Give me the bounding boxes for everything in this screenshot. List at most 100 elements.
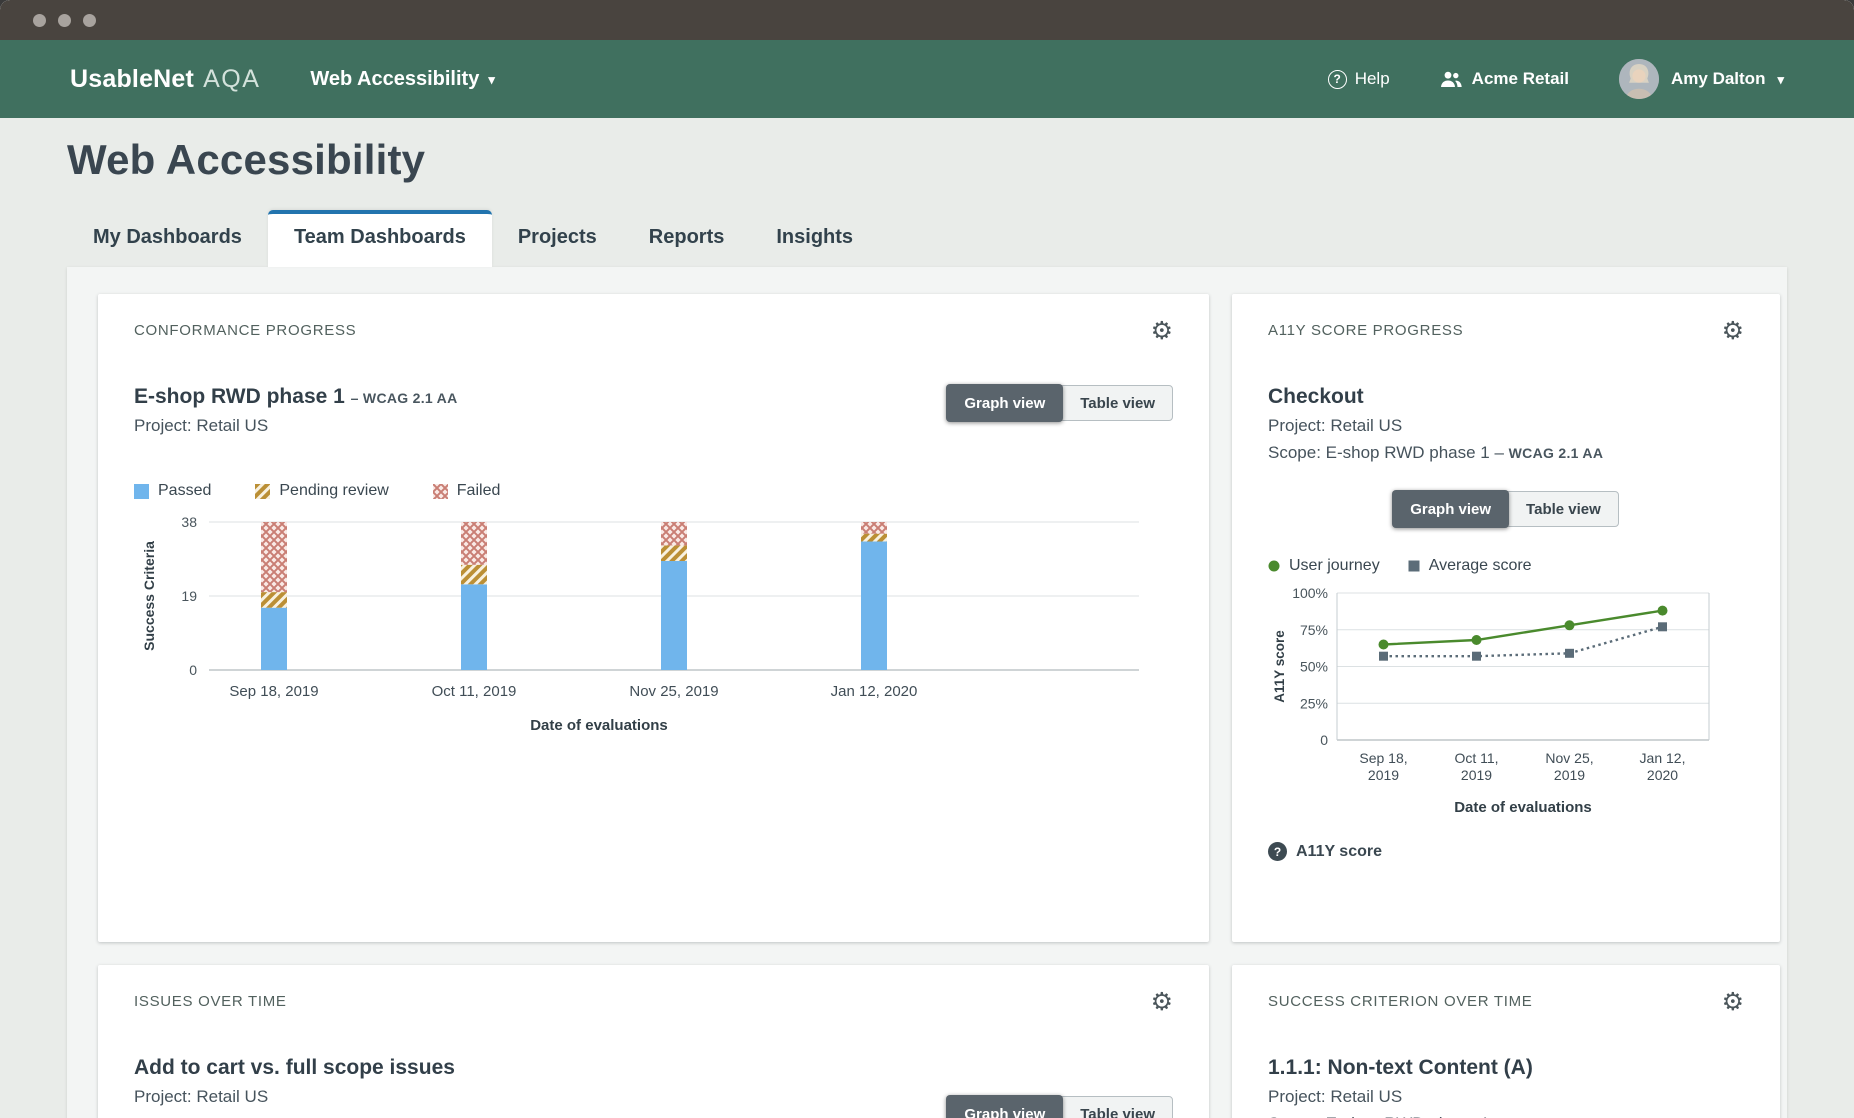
svg-text:Sep 18,2019: Sep 18, 2019 bbox=[1359, 750, 1407, 783]
svg-text:0: 0 bbox=[1320, 732, 1328, 748]
legend-swatch-square bbox=[1408, 560, 1420, 572]
users-icon bbox=[1440, 71, 1462, 87]
conformance-chart: Success Criteria 0 19 38 Sep 18, 2019 Oct 11,… bbox=[134, 512, 1173, 743]
svg-text:Oct 11,2019: Oct 11, 2019 bbox=[1454, 750, 1498, 783]
window-control-minimize[interactable] bbox=[58, 13, 71, 27]
window-control-close[interactable] bbox=[33, 13, 46, 27]
evaluation-title-block: E-shop RWD phase 1 – WCAG 2.1 AA Project… bbox=[134, 385, 458, 436]
legend-item-passed: Passed bbox=[134, 482, 211, 500]
card-heading: SUCCESS CRITERION OVER TIME bbox=[1268, 993, 1533, 1010]
window-control-zoom[interactable] bbox=[83, 13, 96, 27]
avatar-image bbox=[1619, 59, 1659, 99]
scope-label: Scope: E-shop RWD phase 1 – WCAG 2.1 AA bbox=[1268, 443, 1744, 463]
svg-text:50%: 50% bbox=[1300, 659, 1328, 675]
a11y-score-help-label: A11Y score bbox=[1296, 842, 1382, 860]
gear-icon[interactable]: ⚙ bbox=[1722, 989, 1744, 1014]
tab-my-dashboards[interactable]: My Dashboards bbox=[67, 210, 268, 267]
view-toggle: Graph view Table view bbox=[1392, 490, 1619, 528]
card-conformance-progress: CONFORMANCE PROGRESS ⚙ E-shop RWD phase … bbox=[98, 294, 1209, 942]
scope-label: Scope: E-shop RWD phase 1 – WCAG 2.1 AA bbox=[1268, 1114, 1744, 1118]
a11y-score-chart: A11Y score 0 25% 50% 75% 100% Sep 18, 2019 Oct 1… bbox=[1268, 583, 1744, 828]
svg-text:Date of evaluations: Date of evaluations bbox=[530, 717, 668, 734]
dashboard-panel: CONFORMANCE PROGRESS ⚙ E-shop RWD phase … bbox=[67, 267, 1787, 1118]
evaluation-title: E-shop RWD phase 1 – WCAG 2.1 AA bbox=[134, 385, 458, 409]
svg-text:Oct 11, 2019: Oct 11, 2019 bbox=[432, 683, 517, 700]
tab-team-dashboards[interactable]: Team Dashboards bbox=[267, 210, 492, 267]
tab-reports[interactable]: Reports bbox=[623, 210, 751, 267]
legend-label: Average score bbox=[1428, 557, 1532, 574]
help-label: Help bbox=[1354, 69, 1390, 88]
conformance-legend: Passed Pending review Failed bbox=[134, 482, 1173, 500]
legend-item-failed: Failed bbox=[432, 482, 501, 500]
user-menu[interactable]: Amy Dalton ▾ bbox=[1619, 59, 1784, 99]
evaluation-title-text: E-shop RWD phase 1 bbox=[134, 385, 345, 408]
project-label: Project: Retail US bbox=[134, 416, 269, 435]
table-view-button[interactable]: Table view bbox=[1509, 492, 1618, 526]
help-icon: ? bbox=[1327, 69, 1347, 89]
app-header: UsableNet AQA Web Accessibility ▾ ? Help… bbox=[0, 40, 1854, 118]
graph-view-button[interactable]: Graph view bbox=[1392, 490, 1510, 528]
card-a11y-score-progress: A11Y SCORE PROGRESS ⚙ Checkout Project: … bbox=[1232, 294, 1780, 942]
account-menu[interactable]: Acme Retail bbox=[1440, 69, 1569, 89]
legend-swatch-circle bbox=[1268, 560, 1280, 572]
page-title: Web Accessibility bbox=[67, 136, 426, 183]
svg-text:75%: 75% bbox=[1300, 622, 1328, 638]
tab-insights[interactable]: Insights bbox=[750, 210, 879, 267]
card-heading: A11Y SCORE PROGRESS bbox=[1268, 322, 1464, 339]
question-icon: ? bbox=[1268, 842, 1287, 861]
wcag-badge: WCAG 2.1 AA bbox=[1508, 445, 1604, 461]
legend-label: User journey bbox=[1289, 557, 1380, 574]
tab-bar: My Dashboards Team Dashboards Projects Repo… bbox=[67, 210, 1787, 267]
graph-view-button[interactable]: Graph view bbox=[946, 384, 1064, 422]
svg-text:Sep 18, 2019: Sep 18, 2019 bbox=[229, 683, 318, 700]
legend-label: Pending review bbox=[279, 482, 389, 499]
journey-title: Checkout bbox=[1268, 385, 1364, 408]
svg-text:Nov 25, 2019: Nov 25, 2019 bbox=[629, 683, 718, 700]
wcag-badge: – WCAG 2.1 AA bbox=[350, 390, 458, 406]
app-window: UsableNet AQA Web Accessibility ▾ ? Help… bbox=[0, 0, 1854, 1118]
project-label: Project: Retail US bbox=[1268, 416, 1403, 435]
brand-product: AQA bbox=[203, 64, 261, 93]
user-name: Amy Dalton bbox=[1671, 69, 1766, 88]
scope-text: Scope: E-shop RWD phase 1 – bbox=[1268, 443, 1504, 462]
header-actions: ? Help Acme Retail Amy Dalton ▾ bbox=[1327, 59, 1784, 99]
gear-icon[interactable]: ⚙ bbox=[1151, 989, 1173, 1014]
product-switcher[interactable]: Web Accessibility ▾ bbox=[310, 68, 495, 91]
a11y-score-help[interactable]: ? A11Y score bbox=[1268, 842, 1744, 861]
card-issues-over-time: ISSUES OVER TIME ⚙ Add to cart vs. full … bbox=[98, 965, 1209, 1118]
brand-name: UsableNet bbox=[70, 64, 195, 93]
tab-projects[interactable]: Projects bbox=[492, 210, 623, 267]
svg-text:100%: 100% bbox=[1292, 585, 1328, 601]
table-view-button[interactable]: Table view bbox=[1063, 386, 1172, 420]
legend-item-user-journey: User journey bbox=[1268, 557, 1380, 575]
svg-text:38: 38 bbox=[181, 514, 197, 530]
svg-text:Jan 12,2020: Jan 12, 2020 bbox=[1640, 750, 1686, 783]
legend-label: Failed bbox=[456, 482, 501, 499]
gear-icon[interactable]: ⚙ bbox=[1722, 318, 1744, 343]
view-toggle: Graph view Table view bbox=[946, 1095, 1173, 1118]
svg-text:Date of evaluations: Date of evaluations bbox=[1454, 799, 1592, 816]
svg-text:25%: 25% bbox=[1300, 695, 1328, 711]
legend-swatch-patch bbox=[432, 483, 448, 499]
evaluation-title-block: Add to cart vs. full scope issues Projec… bbox=[134, 1056, 455, 1107]
chevron-down-icon: ▾ bbox=[1777, 71, 1784, 87]
chevron-down-icon: ▾ bbox=[488, 71, 495, 87]
legend-swatch-patch bbox=[134, 483, 149, 499]
graph-view-button[interactable]: Graph view bbox=[946, 1095, 1064, 1118]
svg-text:A11Y score: A11Y score bbox=[1272, 630, 1287, 703]
card-heading: ISSUES OVER TIME bbox=[134, 993, 287, 1010]
main-content: Web Accessibility My Dashboards Team Dash… bbox=[0, 136, 1854, 1118]
dashboard-grid: CONFORMANCE PROGRESS ⚙ E-shop RWD phase … bbox=[98, 294, 1780, 1118]
view-toggle: Graph view Table view bbox=[946, 384, 1173, 422]
brand-logo[interactable]: UsableNet AQA bbox=[70, 65, 260, 94]
table-view-button[interactable]: Table view bbox=[1063, 1097, 1172, 1118]
window-titlebar bbox=[0, 0, 1854, 40]
project-label: Project: Retail US bbox=[1268, 1087, 1403, 1106]
legend-item-pending-review: Pending review bbox=[255, 482, 389, 500]
legend-label: Passed bbox=[158, 482, 212, 499]
criterion-title: 1.1.1: Non-text Content (A) bbox=[1268, 1056, 1533, 1079]
gear-icon[interactable]: ⚙ bbox=[1151, 318, 1173, 343]
svg-text:Success Criteria: Success Criteria bbox=[141, 541, 157, 651]
svg-text:19: 19 bbox=[181, 588, 197, 604]
help-link[interactable]: ? Help bbox=[1327, 69, 1390, 89]
